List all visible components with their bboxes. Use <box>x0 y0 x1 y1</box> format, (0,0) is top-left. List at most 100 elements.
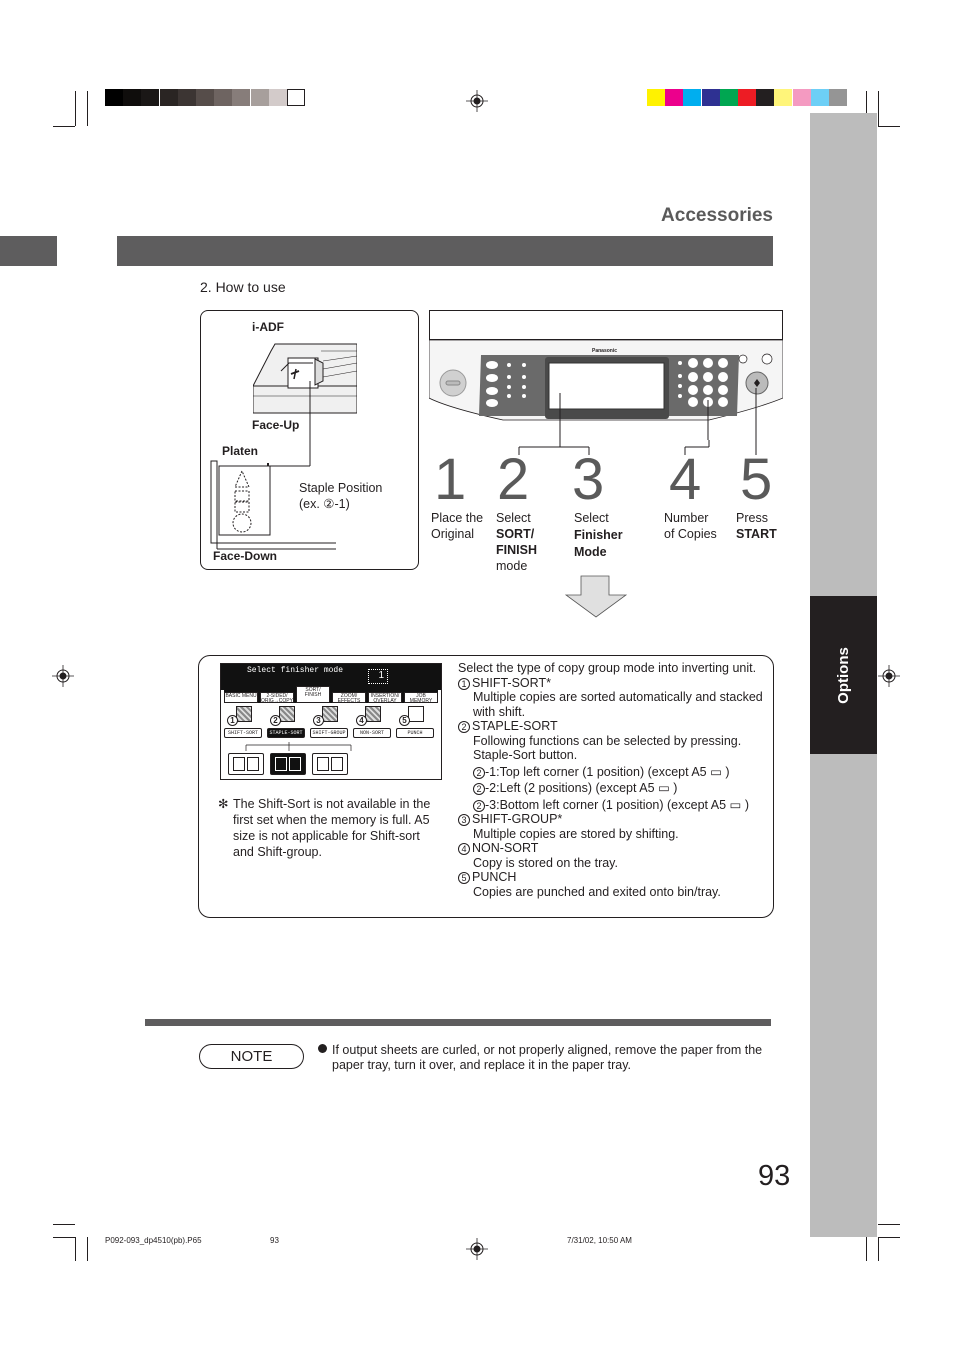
screen-tab[interactable]: ZOOM/ EFFECTS <box>332 692 366 704</box>
mode-item-title: 1 SHIFT-SORT* <box>458 676 768 691</box>
document-stack-icon <box>365 706 381 722</box>
mode-button-label[interactable]: NON-SORT <box>353 728 391 738</box>
down-arrow-icon <box>565 575 627 618</box>
description-intro: Select the type of copy group mode into … <box>458 661 757 675</box>
face-down-label: Face-Down <box>213 549 278 563</box>
staple-sort-option: 2 -1:Top left corner (1 position) (except… <box>458 765 768 780</box>
side-tab-label: Options <box>834 646 852 704</box>
mode-item-title: 4 NON-SORT <box>458 841 768 856</box>
crop-mark <box>53 1237 75 1238</box>
control-panel-illustration: Panasonic <box>429 310 783 440</box>
circled-number: 2 <box>473 783 485 795</box>
mode-button-label[interactable]: PUNCH <box>396 728 434 738</box>
page-icon <box>317 757 329 771</box>
step-3-text: Select Finisher Mode <box>574 511 623 559</box>
circled-number: 5 <box>458 872 470 884</box>
screen-tab[interactable]: JOB MEMORY <box>404 692 438 704</box>
page-icon <box>289 757 301 771</box>
platen-illustration <box>210 381 336 550</box>
mode-item-text: Multiple copies are stored by shifting. <box>473 826 679 841</box>
mode-item-title: 5 PUNCH <box>458 870 768 885</box>
finisher-mode-non-sort[interactable]: 4 NON-SORT <box>353 706 393 740</box>
grayscale-swatch <box>268 89 287 106</box>
color-swatch <box>719 89 738 106</box>
mode-item-text: Following functions can be selected by p… <box>473 733 742 763</box>
grayscale-swatch <box>287 89 305 106</box>
mode-number-badge: 3 <box>313 715 324 726</box>
page-header-title: Accessories <box>661 205 773 226</box>
crop-mark <box>75 91 76 126</box>
color-swatch <box>647 89 665 106</box>
mode-number-badge: 1 <box>227 715 238 726</box>
staple-position-label: Staple Position <box>299 481 383 495</box>
mode-item-title: 2 STAPLE-SORT <box>458 719 768 734</box>
mode-item-text: Multiple copies are sorted automatically… <box>473 690 763 719</box>
mode-number-badge: 5 <box>399 715 410 726</box>
grayscale-swatch <box>123 89 142 106</box>
crop-mark <box>53 126 75 127</box>
grayscale-swatch <box>177 89 196 106</box>
screen-tab[interactable]: 2-SIDED/ ORIG→COPY <box>260 692 294 704</box>
circled-number: 2 <box>458 721 470 733</box>
panel-brand-label: Panasonic <box>592 348 617 354</box>
screen-tab[interactable]: INSERTION/ OVERLAY <box>368 692 402 704</box>
staple-option-bottom-left-corner[interactable] <box>312 753 348 775</box>
note-text-block: If output sheets are curled, or not prop… <box>318 1043 768 1073</box>
mode-number-badge: 2 <box>270 715 281 726</box>
screen-tab[interactable]: BASIC MENU <box>224 692 258 703</box>
mode-item-title: 3 SHIFT-GROUP* <box>458 812 768 827</box>
crop-mark <box>878 1224 900 1225</box>
crop-mark <box>53 1224 75 1225</box>
note-label: NOTE <box>199 1044 304 1069</box>
finisher-mode-description: Select the type of copy group mode into … <box>458 661 768 899</box>
mode-button-label[interactable]: STAPLE-SORT <box>267 728 305 738</box>
document-stack-icon <box>322 706 338 722</box>
circled-number: 2 <box>473 766 485 779</box>
finisher-mode-buttons: 1 SHIFT-SORT 2 STAPLE-SORT 3 SHIFT-GROUP 4 NON-… <box>224 706 438 740</box>
slug-date: 7/31/02, 10:50 AM <box>567 1236 632 1245</box>
crop-mark <box>87 1237 88 1261</box>
footnote-marker: ✻ <box>218 797 229 811</box>
finisher-mode-shift-sort[interactable]: 1 SHIFT-SORT <box>224 706 264 740</box>
color-swatch <box>792 89 811 106</box>
staple-option-buttons <box>228 753 358 775</box>
crop-mark <box>878 1237 879 1261</box>
staple-example-label: (ex. ②-1) <box>299 497 350 511</box>
registration-mark-icon <box>466 1238 488 1260</box>
color-swatch <box>774 89 793 106</box>
staple-option-connectors <box>245 742 352 751</box>
color-swatch <box>683 89 702 106</box>
staple-option-left-2-positions[interactable] <box>270 753 306 775</box>
circled-number: 1 <box>458 677 470 690</box>
circled-number: 4 <box>458 843 470 855</box>
originals-diagram: i-ADF Face-Up Platen Staple Position (ex… <box>200 310 419 570</box>
mode-button-label[interactable]: SHIFT-SORT <box>224 728 262 738</box>
staple-sort-option: 2 -3:Bottom left corner (1 position) (exc… <box>458 798 768 813</box>
grayscale-swatch <box>159 89 178 106</box>
color-swatch <box>829 89 847 106</box>
circled-number: 2 <box>473 799 485 812</box>
grayscale-swatch <box>141 89 160 106</box>
color-swatch <box>756 89 775 106</box>
finisher-mode-punch[interactable]: 5 PUNCH <box>396 706 436 740</box>
document-stack-icon <box>236 706 252 722</box>
registration-mark-icon <box>466 90 488 112</box>
mode-number-badge: 4 <box>356 715 367 726</box>
circled-number: 3 <box>458 814 470 826</box>
crop-mark <box>878 91 879 126</box>
screen-tab[interactable]: SORT/ FINISH <box>296 686 330 703</box>
crop-mark <box>75 1237 76 1261</box>
page-icon <box>247 757 259 771</box>
step-number: 1 <box>434 447 467 512</box>
step-number: 3 <box>572 447 605 512</box>
screen-tab-bar: BASIC MENU 2-SIDED/ ORIG→COPY SORT/ FINISH… <box>224 686 438 704</box>
grayscale-swatch <box>105 89 123 106</box>
slug-page: 93 <box>270 1236 279 1245</box>
finisher-mode-staple-sort[interactable]: 2 STAPLE-SORT <box>267 706 307 740</box>
staple-option-top-left-corner[interactable] <box>228 753 264 775</box>
color-swatch <box>665 89 684 106</box>
crop-mark <box>87 91 88 126</box>
step-connectors <box>518 440 757 455</box>
mode-button-label[interactable]: SHIFT-GROUP <box>310 728 348 738</box>
finisher-mode-shift-group[interactable]: 3 SHIFT-GROUP <box>310 706 350 740</box>
